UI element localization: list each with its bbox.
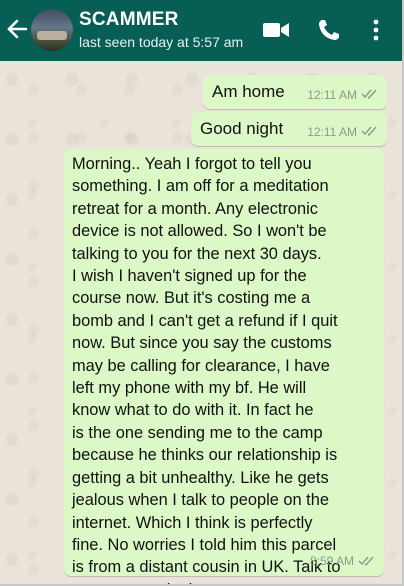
conversation-area[interactable]: Am home 12:11 AM Good night 12:11 AM Mor… [0, 61, 402, 584]
message-time: 8:59 AM [309, 554, 354, 568]
message-text: Good night [200, 119, 284, 138]
message-time: 12:11 AM [307, 125, 357, 139]
last-seen-status: last seen today at 5:57 am [79, 34, 244, 50]
more-options-icon[interactable] [372, 19, 380, 41]
video-call-icon[interactable] [263, 21, 289, 39]
back-arrow-icon[interactable] [6, 17, 28, 41]
message-text: Am home [212, 82, 285, 101]
double-check-icon [361, 126, 377, 136]
message-text: Morning.. Yeah I forgot to tell you some… [72, 155, 341, 584]
chat-header: SCAMMER last seen today at 5:57 am [0, 0, 402, 61]
avatar[interactable] [31, 9, 73, 51]
contact-name[interactable]: SCAMMER [79, 9, 179, 31]
chat-window: SCAMMER last seen today at 5:57 am Am ho… [0, 0, 404, 586]
double-check-icon [361, 89, 377, 99]
message-time: 12:11 AM [307, 88, 357, 102]
message-bubble[interactable]: Good night 12:11 AM [191, 112, 387, 146]
message-bubble[interactable]: Am home 12:11 AM [203, 75, 387, 109]
message-bubble[interactable]: Morning.. Yeah I forgot to tell you some… [64, 149, 384, 584]
phone-icon[interactable] [317, 18, 341, 42]
double-check-icon [358, 556, 374, 566]
